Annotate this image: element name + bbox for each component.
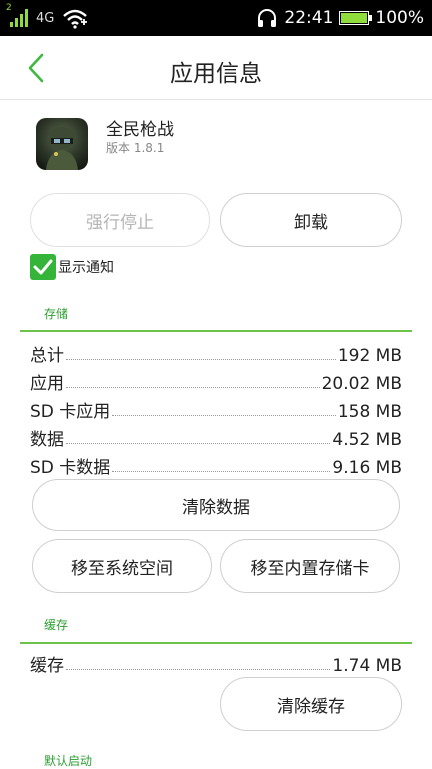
signal-icon: 2 xyxy=(6,3,28,27)
storage-divider xyxy=(20,330,412,332)
app-icon xyxy=(36,118,88,170)
show-notifications-checkbox[interactable] xyxy=(30,254,56,280)
status-bar: 2 4G 22:41 100% xyxy=(0,0,432,36)
storage-row-sd-app: SD 卡应用 158 MB xyxy=(30,396,402,422)
page-title: 应用信息 xyxy=(170,61,262,87)
row-value: 20.02 MB xyxy=(321,374,402,394)
row-label: 数据 xyxy=(30,430,64,450)
default-launch-section-label: 默认启动 xyxy=(44,754,93,768)
cache-section-label: 缓存 xyxy=(44,618,69,632)
clear-cache-button[interactable]: 清除缓存 xyxy=(220,677,402,731)
cache-divider xyxy=(20,642,412,644)
checkmark-icon xyxy=(33,259,53,275)
app-name: 全民枪战 xyxy=(106,120,174,140)
app-version: 版本 1.8.1 xyxy=(106,141,165,155)
uninstall-button[interactable]: 卸载 xyxy=(220,193,402,247)
battery-icon xyxy=(339,11,373,25)
battery-percent: 100% xyxy=(375,8,424,28)
cache-row: 缓存 1.74 MB xyxy=(30,650,402,676)
storage-section-label: 存储 xyxy=(44,307,69,321)
wifi-icon xyxy=(63,9,88,29)
row-label: 应用 xyxy=(30,374,64,394)
row-label: SD 卡数据 xyxy=(30,458,111,478)
row-value: 9.16 MB xyxy=(332,458,402,478)
title-bar: 应用信息 xyxy=(0,36,432,100)
row-label: 总计 xyxy=(30,346,64,366)
sim-slot-label: 2 xyxy=(6,3,12,13)
row-value: 4.52 MB xyxy=(332,430,402,450)
move-to-internal-sd-button[interactable]: 移至内置存储卡 xyxy=(220,539,400,593)
show-notifications-label: 显示通知 xyxy=(58,260,114,276)
storage-row-data: 数据 4.52 MB xyxy=(30,424,402,450)
row-value: 192 MB xyxy=(337,346,402,366)
clock: 22:41 xyxy=(284,8,334,28)
headphones-icon xyxy=(258,9,277,27)
row-label: SD 卡应用 xyxy=(30,402,111,422)
storage-row-app: 应用 20.02 MB xyxy=(30,368,402,394)
row-label: 缓存 xyxy=(30,656,64,676)
network-type: 4G xyxy=(36,10,55,26)
row-value: 1.74 MB xyxy=(332,656,402,676)
row-value: 158 MB xyxy=(337,402,402,422)
storage-row-sd-data: SD 卡数据 9.16 MB xyxy=(30,452,402,478)
move-to-system-button[interactable]: 移至系统空间 xyxy=(32,539,212,593)
storage-row-total: 总计 192 MB xyxy=(30,340,402,366)
clear-data-button[interactable]: 清除数据 xyxy=(32,479,400,531)
force-stop-button[interactable]: 强行停止 xyxy=(30,193,210,247)
